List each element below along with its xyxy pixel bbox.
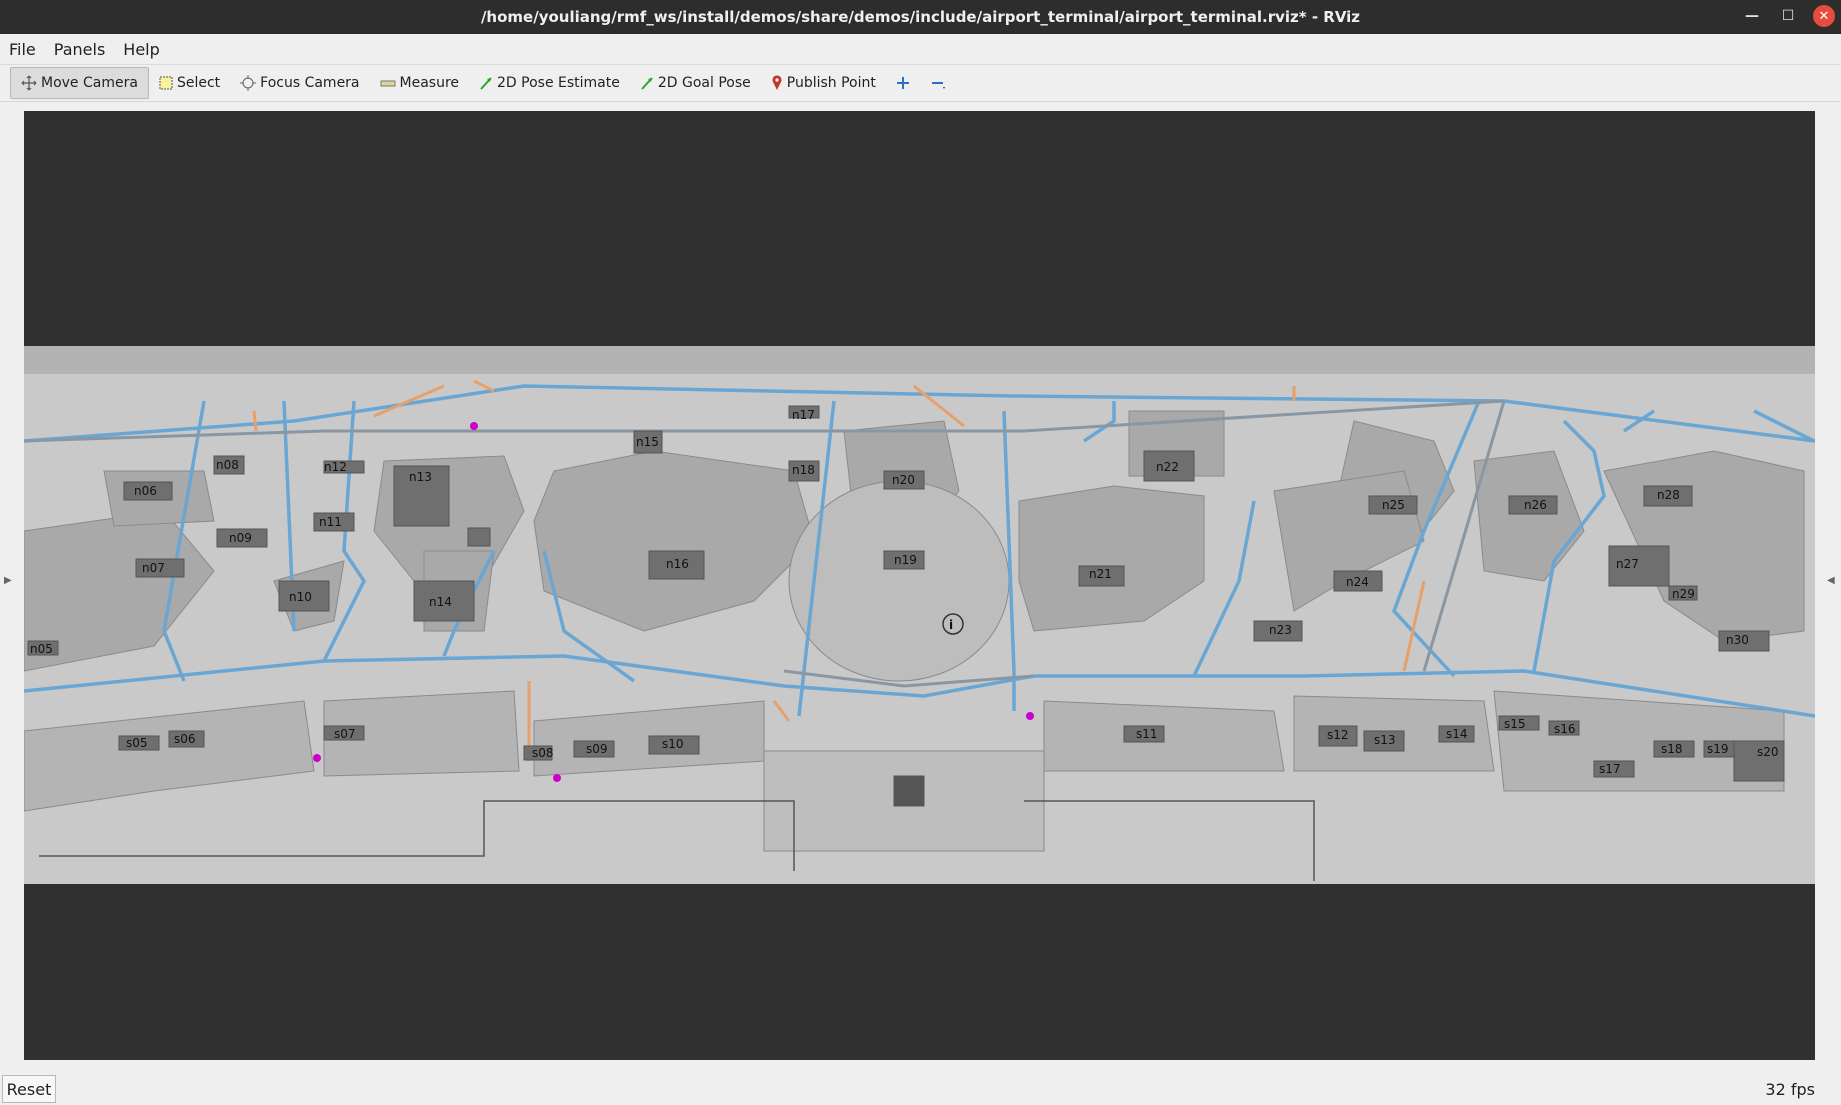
move-camera-label: Move Camera bbox=[41, 75, 138, 91]
store-label-n14: n14 bbox=[429, 595, 452, 609]
map-top-band bbox=[24, 346, 1815, 374]
store-label-n28: n28 bbox=[1657, 488, 1680, 502]
store-label-n23: n23 bbox=[1269, 623, 1292, 637]
store-label-n26: n26 bbox=[1524, 498, 1547, 512]
store-label-s10: s10 bbox=[662, 737, 684, 751]
store-label-s13: s13 bbox=[1374, 733, 1396, 747]
airport-map[interactable]: n05 n06 n07 n08 n09 n10 n11 n12 n13 n14 n15 n16 n17 n… bbox=[24, 111, 1815, 1060]
store-label-s15: s15 bbox=[1504, 717, 1526, 731]
remove-tool-button[interactable] bbox=[920, 68, 956, 98]
ruler-icon bbox=[380, 80, 396, 87]
store-label-s11: s11 bbox=[1136, 727, 1158, 741]
select-button[interactable]: Select bbox=[149, 68, 230, 98]
goal-pose-label: 2D Goal Pose bbox=[657, 75, 751, 91]
store-label-s19: s19 bbox=[1707, 742, 1729, 756]
store-label-s20: s20 bbox=[1757, 745, 1779, 759]
store-label-s09: s09 bbox=[586, 742, 608, 756]
goal-pose-button[interactable]: 2D Goal Pose bbox=[630, 68, 761, 98]
measure-label: Measure bbox=[399, 75, 460, 91]
store-label-n22: n22 bbox=[1156, 460, 1179, 474]
store-label-s07: s07 bbox=[334, 727, 356, 741]
publish-point-label: Publish Point bbox=[786, 75, 876, 91]
store-label-n06: n06 bbox=[134, 484, 157, 498]
store-label-s12: s12 bbox=[1327, 728, 1349, 742]
move-camera-button[interactable]: Move Camera bbox=[10, 67, 149, 99]
store-label-n25: n25 bbox=[1382, 498, 1405, 512]
select-label: Select bbox=[176, 75, 221, 91]
store-label-n07: n07 bbox=[142, 561, 165, 575]
store-label-n18: n18 bbox=[792, 463, 815, 477]
window-controls: — ☐ ✕ bbox=[1741, 5, 1835, 27]
pose-estimate-icon bbox=[480, 77, 492, 90]
menu-bar: File Panels Help bbox=[0, 34, 1841, 65]
map-pin-icon bbox=[772, 75, 782, 90]
store-label-s05: s05 bbox=[126, 736, 148, 750]
minus-icon bbox=[931, 82, 945, 89]
maximize-icon[interactable]: ☐ bbox=[1777, 5, 1799, 27]
store-label-n24: n24 bbox=[1346, 575, 1369, 589]
store-label-n20: n20 bbox=[892, 473, 915, 487]
status-bar: Reset 32 fps bbox=[0, 1070, 1841, 1105]
store-label-s17: s17 bbox=[1599, 762, 1621, 776]
store-label-s06: s06 bbox=[174, 732, 196, 746]
focus-camera-label: Focus Camera bbox=[260, 75, 360, 91]
store-label-s18: s18 bbox=[1661, 742, 1683, 756]
window-title: /home/youliang/rmf_ws/install/demos/shar… bbox=[480, 8, 1361, 26]
pose-estimate-label: 2D Pose Estimate bbox=[497, 75, 620, 91]
move-camera-icon bbox=[21, 75, 37, 91]
title-bar: /home/youliang/rmf_ws/install/demos/shar… bbox=[0, 0, 1841, 34]
store-label-s14: s14 bbox=[1446, 727, 1468, 741]
close-icon[interactable]: ✕ bbox=[1813, 5, 1835, 27]
store-label-n21: n21 bbox=[1089, 567, 1112, 581]
fps-readout: 32 fps bbox=[1765, 1080, 1815, 1099]
tool-bar: Move Camera Select Focus Camera Measure … bbox=[0, 65, 1841, 102]
reset-button[interactable]: Reset bbox=[2, 1075, 56, 1103]
right-panel-toggle-icon[interactable]: ◀ bbox=[1827, 575, 1835, 586]
store-label-n15: n15 bbox=[636, 435, 659, 449]
render-viewport[interactable]: n05 n06 n07 n08 n09 n10 n11 n12 n13 n14 n15 n16 n17 n… bbox=[24, 111, 1815, 1060]
store-label-s08: s08 bbox=[532, 746, 554, 760]
store-label-n12: n12 bbox=[324, 460, 347, 474]
store-label-n05: n05 bbox=[30, 642, 53, 656]
store-label-n30: n30 bbox=[1726, 633, 1749, 647]
store-label-n17: n17 bbox=[792, 408, 815, 422]
focus-camera-button[interactable]: Focus Camera bbox=[230, 68, 369, 98]
left-panel-toggle-icon[interactable]: ▶ bbox=[4, 575, 12, 586]
add-tool-button[interactable] bbox=[886, 68, 920, 98]
store-label-n09: n09 bbox=[229, 531, 252, 545]
plus-icon bbox=[896, 77, 909, 89]
menu-file[interactable]: File bbox=[0, 40, 45, 59]
select-icon bbox=[159, 76, 173, 90]
svg-text:i: i bbox=[949, 618, 953, 632]
menu-help[interactable]: Help bbox=[114, 40, 168, 59]
store-label-n13: n13 bbox=[409, 470, 432, 484]
store-label-n10: n10 bbox=[289, 590, 312, 604]
store-label-n08: n08 bbox=[216, 458, 239, 472]
minimize-icon[interactable]: — bbox=[1741, 5, 1763, 27]
focus-camera-icon bbox=[240, 75, 257, 91]
store-label-n27: n27 bbox=[1616, 557, 1639, 571]
menu-panels[interactable]: Panels bbox=[45, 40, 115, 59]
store-label-n16: n16 bbox=[666, 557, 689, 571]
store-label-n19: n19 bbox=[894, 553, 917, 567]
pose-estimate-button[interactable]: 2D Pose Estimate bbox=[469, 68, 630, 98]
store-label-s16: s16 bbox=[1554, 722, 1576, 736]
store-label-n11: n11 bbox=[319, 515, 342, 529]
measure-button[interactable]: Measure bbox=[370, 68, 470, 98]
publish-point-button[interactable]: Publish Point bbox=[761, 68, 886, 98]
goal-pose-icon bbox=[641, 77, 653, 90]
store-label-n29: n29 bbox=[1672, 587, 1695, 601]
